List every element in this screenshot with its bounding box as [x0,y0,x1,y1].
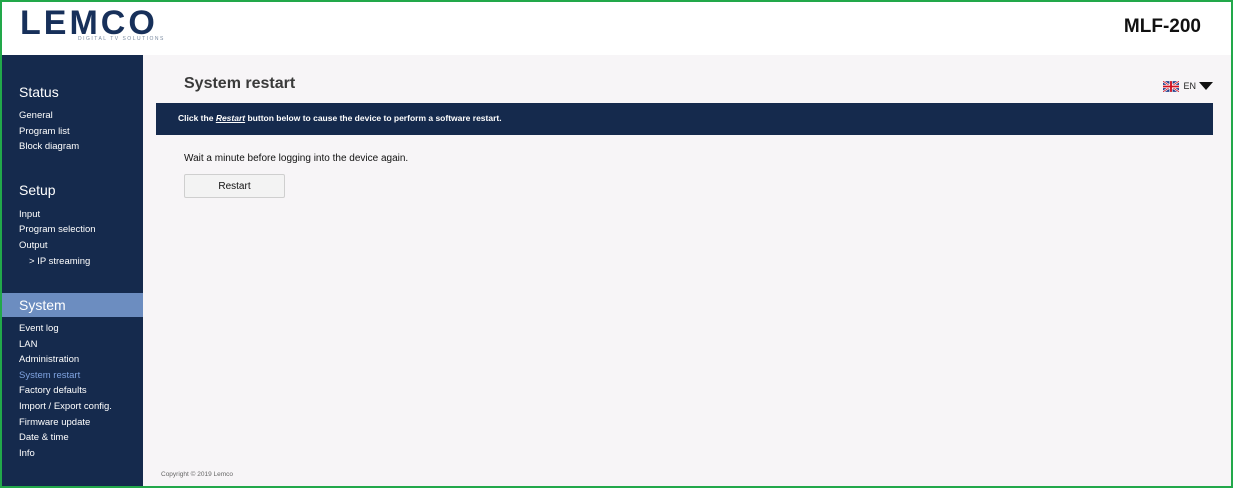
lemco-logo[interactable]: LEMCO DIGITAL TV SOLUTIONS [20,4,170,48]
sidebar-item-system-restart[interactable]: System restart [19,370,80,381]
uk-flag-icon [1163,80,1180,92]
banner-prefix: Click the [178,113,214,123]
sidebar-item-info[interactable]: Info [19,448,35,459]
sidebar-section-status[interactable]: Status [19,84,59,100]
language-selector[interactable]: EN [1163,80,1213,92]
restart-button[interactable]: Restart [184,174,285,198]
sidebar: Status General Program list Block diagra… [2,55,143,486]
sidebar-item-ip-streaming[interactable]: > IP streaming [29,256,90,267]
main-content: System restart EN Click the Restart butt… [143,55,1231,486]
banner-restart-link: Restart [215,113,246,123]
sidebar-item-date-time[interactable]: Date & time [19,432,69,443]
device-model: MLF-200 [1123,16,1201,37]
wait-message: Wait a minute before logging into the de… [184,153,409,164]
caret-down-icon [1199,82,1213,90]
sidebar-item-factory-defaults[interactable]: Factory defaults [19,385,87,396]
sidebar-item-input[interactable]: Input [19,209,40,220]
page-title: System restart [184,75,296,92]
sidebar-item-program-selection[interactable]: Program selection [19,224,96,235]
sidebar-item-general[interactable]: General [19,110,53,121]
sidebar-item-import-export-config[interactable]: Import / Export config. [19,401,112,412]
sidebar-item-program-list[interactable]: Program list [19,126,70,137]
sidebar-section-setup[interactable]: Setup [19,182,56,198]
sidebar-item-lan[interactable]: LAN [19,339,37,350]
sidebar-item-output[interactable]: Output [19,240,48,251]
banner-text: Click the Restart button below to cause … [178,113,502,123]
info-banner: Click the Restart button below to cause … [156,103,1213,135]
sidebar-item-administration[interactable]: Administration [19,354,79,365]
app-frame: LEMCO DIGITAL TV SOLUTIONS MLF-200 Statu… [0,0,1233,488]
banner-suffix: button below to cause the device to perf… [247,113,502,123]
logo-tagline: DIGITAL TV SOLUTIONS [78,36,165,42]
copyright: Copyright © 2019 Lemco [161,471,233,478]
language-label: EN [1183,81,1196,91]
sidebar-item-firmware-update[interactable]: Firmware update [19,417,90,428]
sidebar-item-event-log[interactable]: Event log [19,323,59,334]
sidebar-item-block-diagram[interactable]: Block diagram [19,141,79,152]
header: LEMCO DIGITAL TV SOLUTIONS MLF-200 [2,2,1231,55]
sidebar-section-system[interactable]: System [2,293,143,317]
